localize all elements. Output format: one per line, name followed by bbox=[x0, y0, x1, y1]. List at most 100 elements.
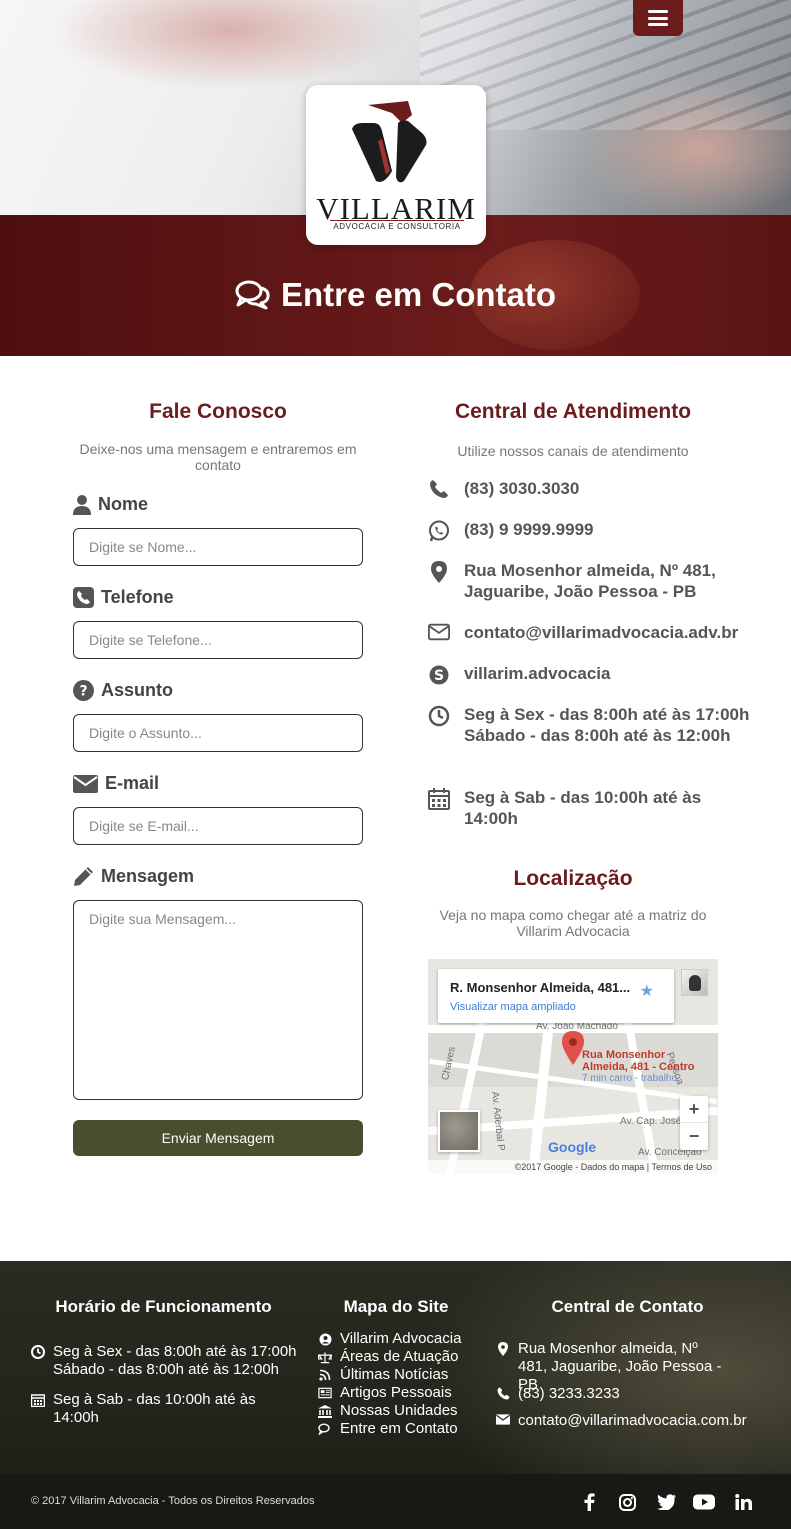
footer-hours-alt: Seg à Sab - das 10:00h até às 14:00h bbox=[31, 1391, 281, 1427]
phone-label: Telefone bbox=[73, 587, 174, 608]
email-label-text: E-mail bbox=[105, 773, 160, 793]
map-address: R. Monsenhor Almeida, 481... bbox=[450, 980, 631, 995]
rss-icon bbox=[319, 1369, 331, 1381]
footer-phone[interactable]: (83) 3233.3233 bbox=[496, 1385, 620, 1403]
phone-icon bbox=[430, 480, 448, 498]
comments-icon bbox=[318, 1423, 330, 1435]
twitter-link[interactable] bbox=[654, 1491, 678, 1513]
service-address-text: Rua Mosenhor almeida, Nº 481, Jaguaribe,… bbox=[464, 561, 716, 601]
service-phone[interactable]: (83) 3030.3030 bbox=[428, 478, 579, 499]
send-message-button[interactable]: Enviar Mensagem bbox=[73, 1120, 363, 1156]
site-logo[interactable]: VILLARIM ADVOCACIA E CONSULTORIA bbox=[306, 85, 486, 245]
sitemap-link-contact[interactable]: Entre em Contato bbox=[318, 1420, 458, 1438]
balance-scale-icon bbox=[318, 1351, 332, 1363]
subject-label: ? Assunto bbox=[73, 680, 173, 701]
sitemap-link-areas[interactable]: Áreas de Atuação bbox=[318, 1348, 458, 1366]
logo-mark-icon bbox=[352, 101, 427, 183]
location-subtitle: Veja no mapa como chegar até a matriz do… bbox=[439, 907, 707, 939]
service-skype[interactable]: S villarim.advocacia bbox=[428, 663, 610, 686]
zoom-out-button[interactable]: − bbox=[680, 1123, 708, 1150]
instagram-link[interactable] bbox=[615, 1491, 639, 1513]
whatsapp-icon bbox=[429, 520, 449, 542]
svg-text:?: ? bbox=[79, 684, 87, 700]
map-attribution: ©2017 Google - Dados do mapa | Termos de… bbox=[428, 1160, 718, 1174]
service-subtitle: Utilize nossos canais de atendimento bbox=[457, 443, 689, 459]
service-hours-alt-text: Seg à Sab - das 10:00h até às 14:00h bbox=[464, 788, 702, 828]
sitemap-link-villarim[interactable]: Villarim Advocacia bbox=[318, 1330, 461, 1348]
user-circle-icon bbox=[319, 1333, 331, 1345]
sitemap-link-news[interactable]: Últimas Notícias bbox=[318, 1366, 448, 1384]
facebook-link[interactable] bbox=[577, 1491, 601, 1513]
email-input[interactable] bbox=[73, 807, 363, 845]
footer-contact-title: Central de Contato bbox=[551, 1297, 704, 1316]
footer: Horário de Funcionamento Seg à Sex - das… bbox=[0, 1261, 791, 1474]
envelope-outline-icon bbox=[428, 623, 450, 641]
service-skype-text: villarim.advocacia bbox=[464, 664, 611, 683]
zoom-in-button[interactable]: + bbox=[680, 1096, 708, 1123]
service-hours-weekdays: Seg à Sex - das 8:00h até às 17:00h bbox=[464, 705, 750, 724]
map-enlarge-link[interactable]: Visualizar mapa ampliado bbox=[450, 1001, 576, 1013]
page-title: Entre em Contato bbox=[0, 276, 791, 314]
comments-icon bbox=[235, 280, 270, 310]
facebook-icon bbox=[584, 1493, 595, 1511]
service-whatsapp[interactable]: (83) 9 9999.9999 bbox=[428, 519, 594, 542]
service-email-text: contato@villarimadvocacia.adv.br bbox=[464, 623, 739, 642]
question-circle-icon: ? bbox=[73, 680, 94, 701]
service-head: Central de Atendimento Utilize nossos ca… bbox=[428, 400, 718, 459]
linkedin-link[interactable] bbox=[731, 1491, 755, 1513]
service-whatsapp-text: (83) 9 9999.9999 bbox=[464, 520, 594, 539]
service-email[interactable]: contato@villarimadvocacia.adv.br bbox=[428, 622, 738, 643]
phone-input[interactable] bbox=[73, 621, 363, 659]
map-copyright: ©2017 Google - Dados do mapa bbox=[514, 1162, 645, 1172]
menu-button[interactable] bbox=[633, 0, 683, 36]
skype-icon: S bbox=[429, 665, 449, 685]
service-hours: Seg à Sex - das 8:00h até às 17:00h Sába… bbox=[428, 704, 754, 746]
map-terms-link[interactable]: Termos de Uso bbox=[651, 1162, 712, 1172]
satellite-toggle[interactable] bbox=[438, 1110, 480, 1152]
street-label: Av. Cap. José bbox=[620, 1116, 682, 1127]
footer-hours-weekdays: Seg à Sex - das 8:00h até às 17:00h Sába… bbox=[31, 1343, 297, 1379]
page-title-text: Entre em Contato bbox=[280, 276, 557, 313]
service-hours-alt: Seg à Sab - das 10:00h até às 14:00h bbox=[428, 787, 754, 829]
name-input[interactable] bbox=[73, 528, 363, 566]
subject-input[interactable] bbox=[73, 714, 363, 752]
svg-text:S: S bbox=[434, 668, 444, 684]
service-title: Central de Atendimento bbox=[454, 400, 692, 423]
email-label: E-mail bbox=[73, 773, 159, 794]
name-label: Nome bbox=[73, 494, 148, 515]
sitemap-link-units[interactable]: Nossas Unidades bbox=[318, 1402, 458, 1420]
map-info-card: R. Monsenhor Almeida, 481... Visualizar … bbox=[438, 969, 674, 1023]
footer-hours-title: Horário de Funcionamento bbox=[55, 1297, 272, 1316]
map-pin-label: Rua Monsenhor Almeida, 481 - Centro bbox=[582, 1049, 695, 1073]
subject-label-text: Assunto bbox=[101, 680, 173, 700]
form-subtitle: Deixe-nos uma mensagem e entraremos em c… bbox=[79, 441, 357, 473]
message-label-text: Mensagem bbox=[101, 866, 195, 886]
calendar-icon bbox=[428, 788, 450, 810]
star-icon[interactable]: ★ bbox=[640, 981, 654, 1001]
form-title: Fale Conosco bbox=[149, 400, 287, 423]
avatar[interactable] bbox=[681, 969, 708, 996]
youtube-icon bbox=[693, 1494, 715, 1510]
twitter-icon bbox=[656, 1494, 676, 1510]
calendar-icon bbox=[31, 1394, 45, 1407]
bank-icon bbox=[318, 1404, 332, 1418]
newspaper-icon bbox=[318, 1387, 332, 1399]
map-pin-icon[interactable] bbox=[562, 1031, 584, 1065]
footer-sitemap-title: Mapa do Site bbox=[343, 1297, 449, 1316]
map-marker-icon bbox=[498, 1342, 508, 1356]
copyright-text: © 2017 Villarim Advocacia - Todos os Dir… bbox=[31, 1495, 315, 1507]
message-textarea[interactable] bbox=[73, 900, 363, 1100]
google-logo: Google bbox=[548, 1139, 597, 1155]
youtube-link[interactable] bbox=[692, 1491, 716, 1513]
name-label-text: Nome bbox=[98, 494, 149, 514]
sitemap-link-articles[interactable]: Artigos Pessoais bbox=[318, 1384, 452, 1402]
hero-banner: VILLARIM ADVOCACIA E CONSULTORIA Entre e… bbox=[0, 0, 791, 356]
envelope-icon bbox=[496, 1414, 510, 1425]
service-hours-saturday: Sábado - das 8:00h até às 12:00h bbox=[464, 726, 731, 745]
envelope-icon bbox=[73, 774, 98, 793]
footer-email[interactable]: contato@villarimadvocacia.com.br bbox=[496, 1412, 747, 1430]
user-icon bbox=[73, 494, 91, 515]
location-map[interactable]: Av. João Machado Av. Aderbal P Av. Cap. … bbox=[428, 959, 718, 1174]
clock-icon bbox=[31, 1345, 45, 1359]
hamburger-icon bbox=[648, 10, 668, 26]
